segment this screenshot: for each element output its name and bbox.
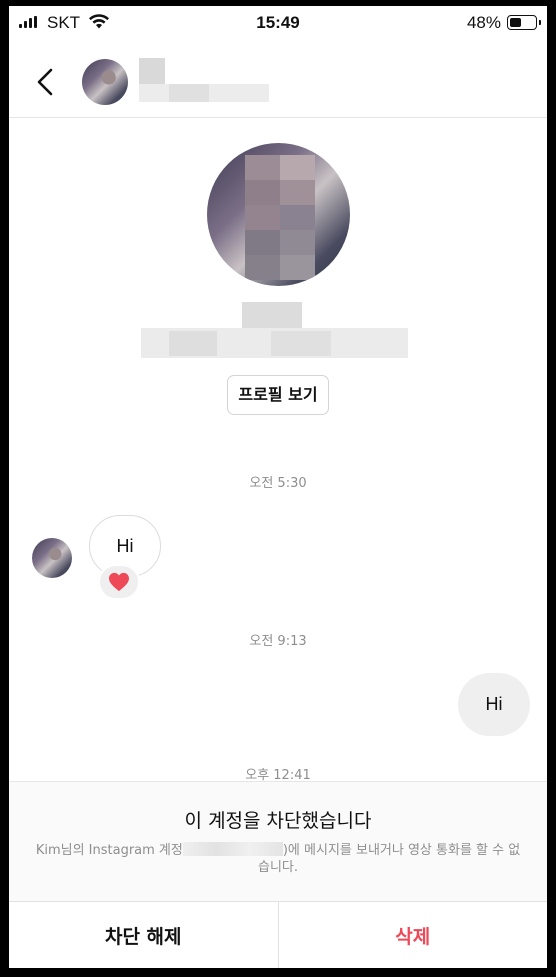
outgoing-message[interactable]: Hi [458,673,530,736]
sender-avatar[interactable] [32,538,72,578]
timestamp: 오전 9:13 [249,634,307,649]
blocked-desc-prefix: Kim님의 Instagram 계정 [35,843,183,858]
chat-header [9,46,547,118]
heart-icon [109,572,129,592]
status-bar: SKT 15:49 48% [9,6,547,42]
blocked-description: Kim님의 Instagram 계정 )에 메시지를 보내거나 영상 통화를 할 … [33,842,523,876]
profile-picture[interactable] [207,143,350,286]
chevron-left-icon[interactable] [31,64,61,100]
view-profile-button[interactable]: 프로필 보기 [227,375,329,415]
blocked-desc-suffix: )에 메시지를 보내거나 영상 통화를 할 수 없습니다. [257,843,521,875]
blocked-title: 이 계정을 차단했습니다 [184,810,372,832]
dm-screen: SKT 15:49 48% 프로필 보기 오전 5:30 Hi 오전 9:13 … [9,6,547,968]
delete-button[interactable]: 삭제 [277,902,548,968]
header-avatar[interactable] [82,59,128,105]
battery-icon [507,15,541,30]
unblock-button[interactable]: 차단 해제 [9,902,278,968]
action-bar: 차단 해제 삭제 [9,901,547,968]
battery-percent: 48% [466,13,501,32]
reaction-badge[interactable] [98,564,140,600]
redacted-username [182,842,283,856]
battery-fill [510,18,522,27]
blocked-account-panel: 이 계정을 차단했습니다 Kim님의 Instagram 계정 )에 메시지를 보… [9,781,547,968]
timestamp: 오전 5:30 [249,476,307,491]
